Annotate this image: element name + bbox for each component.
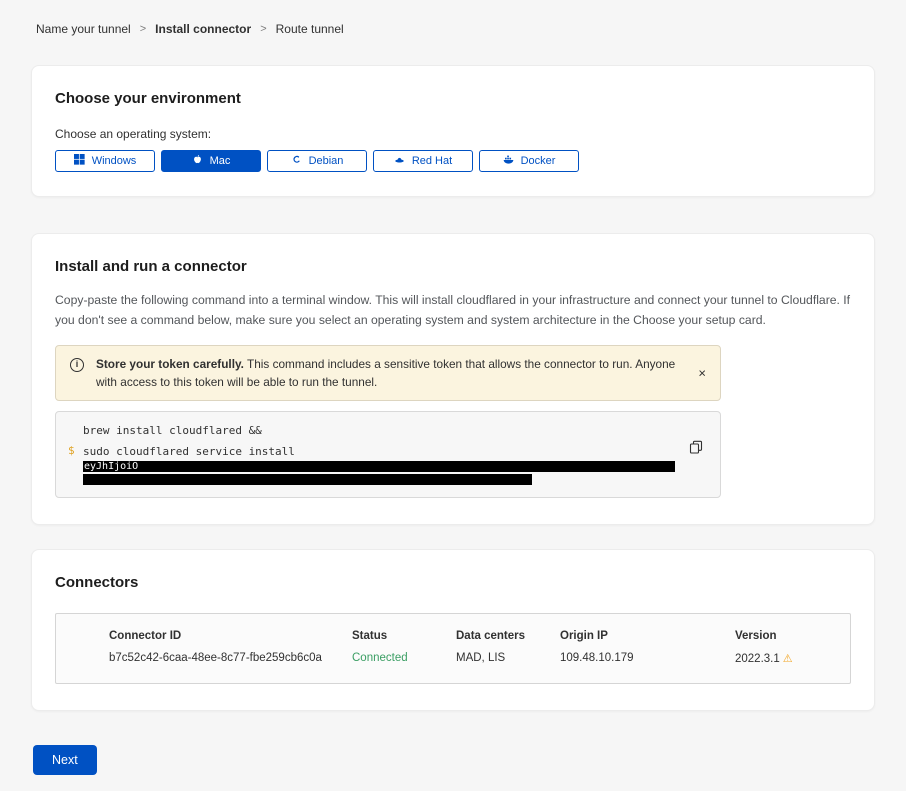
cell-version: 2022.3.1⚠ xyxy=(735,652,840,665)
column-header-origin-ip: Origin IP xyxy=(560,630,735,652)
redhat-icon xyxy=(394,154,405,168)
os-button-label: Windows xyxy=(92,155,137,167)
column-header-status: Status xyxy=(352,630,456,652)
column-header-data-centers: Data centers xyxy=(456,630,560,652)
tunnel-setup-page: Name your tunnel > Install connector > R… xyxy=(0,0,906,791)
breadcrumb-name-your-tunnel[interactable]: Name your tunnel xyxy=(36,22,131,36)
docker-icon xyxy=(503,154,514,168)
warning-text-bold: Store your token carefully. xyxy=(96,357,244,371)
breadcrumb-install-connector[interactable]: Install connector xyxy=(155,22,251,36)
table-row: b7c52c42-6caa-48ee-8c77-fbe259cb6c0a Con… xyxy=(109,652,840,665)
cell-data-centers: MAD, LIS xyxy=(456,652,560,665)
breadcrumb-separator: > xyxy=(260,23,266,35)
install-connector-card: Install and run a connector Copy-paste t… xyxy=(31,233,875,525)
os-button-label: Red Hat xyxy=(412,155,452,167)
warning-icon: ⚠ xyxy=(783,653,793,665)
command-line-2: sudo cloudflared service install xyxy=(83,444,676,460)
os-button-row: Windows Mac Debian Red Hat Docker xyxy=(55,150,851,172)
os-button-debian[interactable]: Debian xyxy=(267,150,367,172)
choose-environment-card: Choose your environment Choose an operat… xyxy=(31,65,875,197)
close-icon[interactable]: × xyxy=(696,364,708,381)
token-warning-banner: i Store your token carefully. This comma… xyxy=(55,345,721,402)
os-button-windows[interactable]: Windows xyxy=(55,150,155,172)
redacted-token xyxy=(83,474,532,485)
os-button-redhat[interactable]: Red Hat xyxy=(373,150,473,172)
breadcrumb: Name your tunnel > Install connector > R… xyxy=(36,22,875,36)
connectors-table: Connector ID Status Data centers Origin … xyxy=(55,613,851,684)
connectors-card: Connectors Connector ID Status Data cent… xyxy=(31,549,875,711)
column-header-version: Version xyxy=(735,630,840,652)
os-button-docker[interactable]: Docker xyxy=(479,150,579,172)
cell-origin-ip: 109.48.10.179 xyxy=(560,652,735,665)
environment-card-title: Choose your environment xyxy=(55,90,851,107)
breadcrumb-route-tunnel[interactable]: Route tunnel xyxy=(276,22,344,36)
command-line-1: brew install cloudflared && xyxy=(83,423,676,439)
warning-text: Store your token carefully. This command… xyxy=(96,355,686,392)
os-button-label: Docker xyxy=(521,155,556,167)
os-button-label: Debian xyxy=(309,155,344,167)
shell-prompt: $ xyxy=(68,444,75,457)
os-button-label: Mac xyxy=(210,155,231,167)
redacted-token: eyJhIjoiO xyxy=(83,461,675,472)
install-card-title: Install and run a connector xyxy=(55,258,851,275)
breadcrumb-separator: > xyxy=(140,23,146,35)
copy-icon[interactable] xyxy=(688,440,704,456)
connectors-table-header: Connector ID Status Data centers Origin … xyxy=(109,630,840,652)
token-visible-prefix: eyJhIjoiO xyxy=(83,461,138,472)
column-header-connector-id: Connector ID xyxy=(109,630,352,652)
connectors-card-title: Connectors xyxy=(55,574,851,591)
os-select-label: Choose an operating system: xyxy=(55,127,851,141)
install-command-block: $ brew install cloudflared && sudo cloud… xyxy=(55,411,721,498)
cell-connector-id: b7c52c42-6caa-48ee-8c77-fbe259cb6c0a xyxy=(109,652,352,665)
windows-icon xyxy=(74,154,85,168)
next-button[interactable]: Next xyxy=(33,745,97,775)
apple-icon xyxy=(192,154,203,168)
info-icon: i xyxy=(70,358,84,372)
version-value: 2022.3.1 xyxy=(735,653,780,665)
status-badge: Connected xyxy=(352,652,456,665)
install-description: Copy-paste the following command into a … xyxy=(55,291,851,331)
os-button-mac[interactable]: Mac xyxy=(161,150,261,172)
debian-icon xyxy=(291,154,302,168)
